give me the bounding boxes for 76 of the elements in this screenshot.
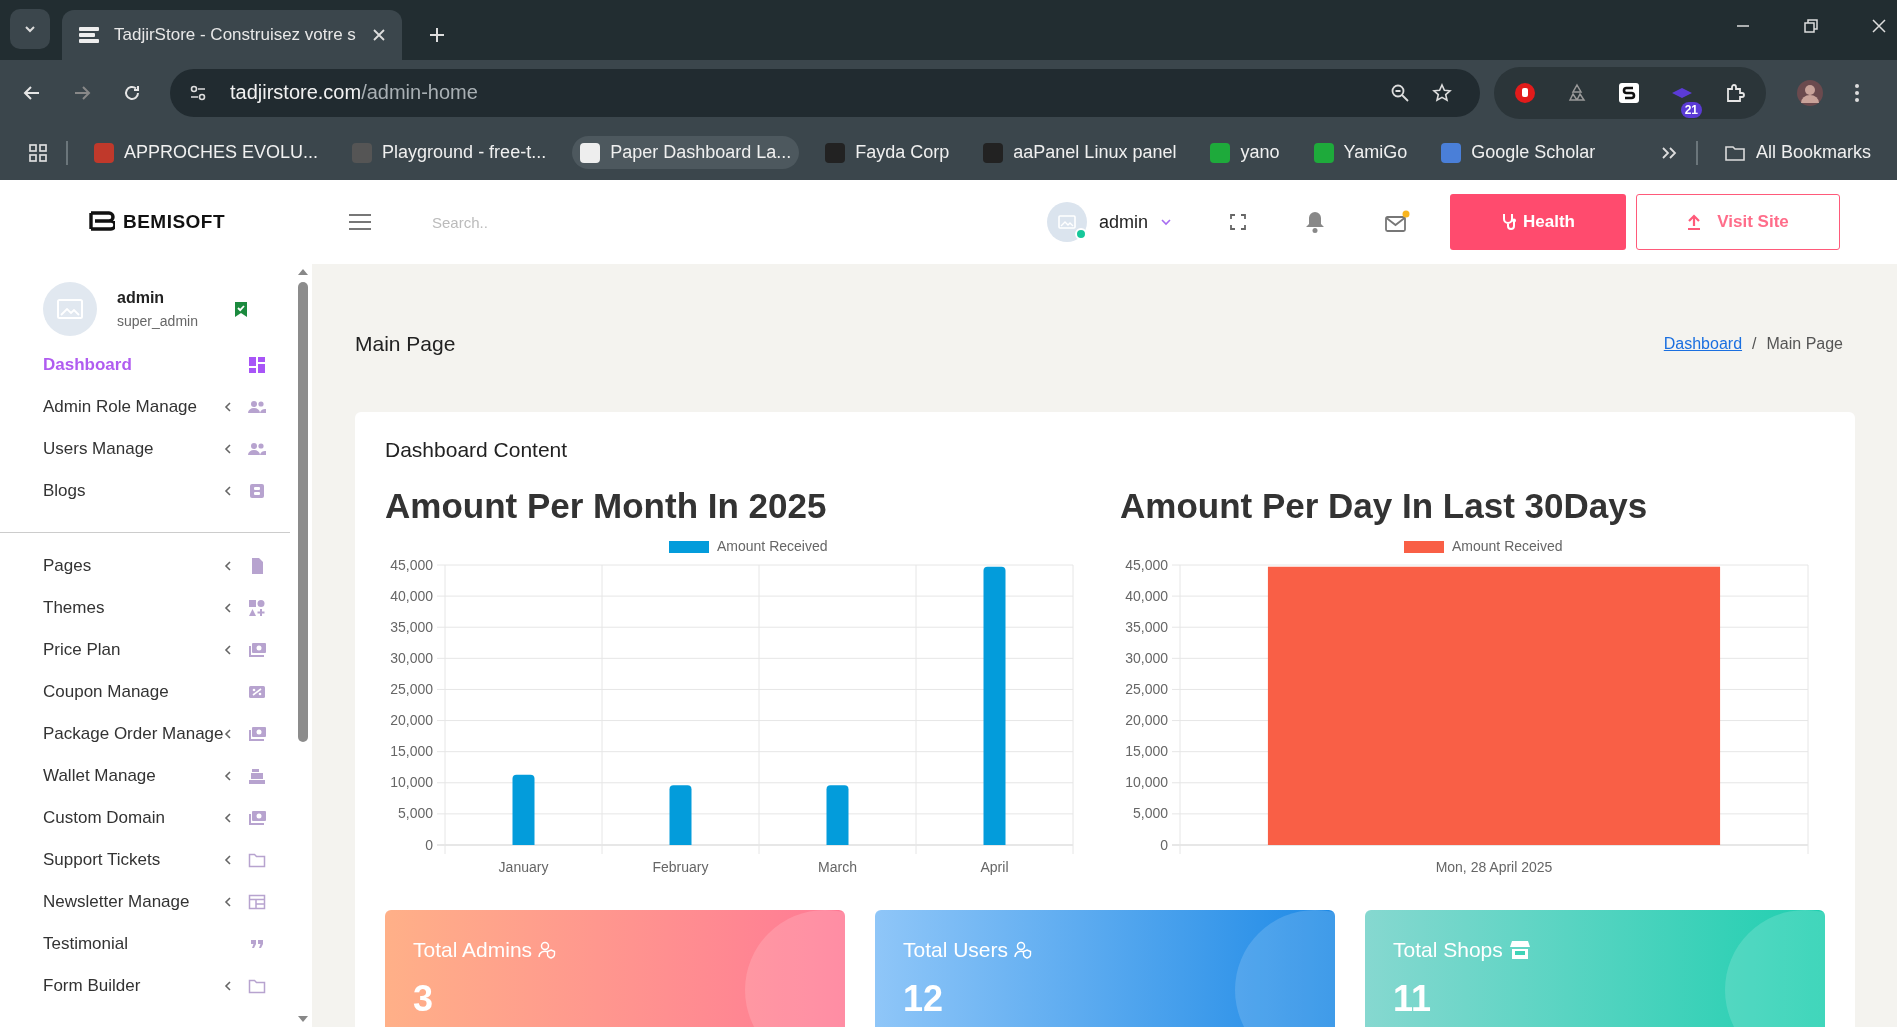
user-menu[interactable]: admin [1047,202,1173,242]
stat-label: Total Shops [1393,938,1503,962]
legend-label: Amount Received [1452,538,1563,554]
sidebar-item[interactable]: Admin Role Manage [0,386,290,428]
bookmark[interactable]: APPROCHES EVOLU... [86,136,327,169]
y-axis-label: 20,000 [1125,712,1168,729]
stat-value: 11 [1393,978,1433,1020]
all-bookmarks-button[interactable]: All Bookmarks [1715,136,1879,169]
user-name: admin [117,289,166,307]
y-axis-label: 25,000 [1125,680,1168,697]
chart-title: Amount Per Day In Last 30Days [1120,486,1649,526]
x-axis-label: March [818,859,857,875]
stat-value: 12 [903,978,945,1020]
breadcrumb-separator: / [1752,335,1757,353]
sidebar-item[interactable]: Blogs [0,470,290,512]
bookmark[interactable]: yano [1202,136,1288,169]
search-field[interactable]: Search.. [430,212,734,232]
sidebar-item[interactable]: Support Tickets [0,839,290,881]
sidebar-item[interactable]: Themes [0,587,290,629]
y-axis-label: 15,000 [390,743,433,760]
sidebar-item[interactable]: Dashboard [0,344,290,386]
y-axis-label: 5,000 [1132,805,1168,822]
sidebar-item[interactable]: Pages [0,545,290,587]
sidebar-item[interactable]: Package Order Manage [0,713,290,755]
sidebar-item[interactable]: Newsletter Manage [0,881,290,923]
sidebar-item[interactable]: Price Plan [0,629,290,671]
browser-tab[interactable]: TadjirStore - Construisez votre s [62,10,402,60]
card-title: Dashboard Content [385,438,569,462]
user-role: super_admin [117,313,199,329]
breadcrumb-current: Main Page [1766,335,1843,353]
chart-legend: Amount Received [1404,538,1563,554]
y-axis-label: 10,000 [390,774,433,791]
sidebar-item[interactable]: Wallet Manage [0,755,290,797]
y-axis-label: 35,000 [1125,618,1168,635]
stat-label: Total Admins [413,938,533,962]
x-axis-label: Mon, 28 April 2025 [1435,859,1553,875]
y-axis-label: 30,000 [390,649,433,666]
bookmark[interactable]: aaPanel Linux panel [975,136,1185,169]
y-axis-label: 35,000 [390,618,433,635]
y-axis-label: 40,000 [1125,587,1168,604]
stat-label: Total Users [903,938,1009,962]
chart-legend: Amount Received [669,538,828,554]
sidebar-item[interactable]: Form Builder [0,965,290,1007]
y-axis-label: 0 [1160,836,1168,853]
sidebar-item[interactable]: Users Manage [0,428,290,470]
x-axis-label: February [652,859,709,875]
x-axis-label: April [980,859,1009,875]
sidebar-item[interactable]: Testimonial [0,923,290,965]
x-axis-label: January [498,859,549,875]
badge-count: 21 [1680,101,1702,118]
bookmark[interactable]: Playground - free-t... [344,136,555,169]
bookmark[interactable]: Google Scholar [1433,136,1604,169]
y-axis-label: 20,000 [390,712,433,729]
bookmark[interactable]: Fayda Corp [817,136,958,169]
bookmark[interactable]: Paper Dashboard La... [572,136,800,169]
address-bar[interactable]: tadjirstore.com/admin-home [170,68,1480,117]
legend-label: Amount Received [717,538,828,554]
y-axis-label: 15,000 [1125,743,1168,760]
logo-text: BEMISOFT [122,211,226,233]
bookmark[interactable]: YamiGo [1305,136,1416,169]
sidebar-item[interactable]: Custom Domain [0,797,290,839]
y-axis-label: 5,000 [397,805,433,822]
y-axis-label: 10,000 [1125,774,1168,791]
page-title: Main Page [355,332,456,356]
url-text: tadjirstore.com/admin-home [230,81,478,104]
sidebar-item[interactable]: Coupon Manage [0,671,290,713]
y-axis-label: 30,000 [1125,649,1168,666]
y-axis-label: 0 [425,836,433,853]
stat-value: 3 [413,978,435,1020]
y-axis-label: 40,000 [390,587,433,604]
chart-title: Amount Per Month In 2025 [385,486,828,526]
y-axis-label: 45,000 [1125,556,1168,573]
y-axis-label: 45,000 [390,556,433,573]
breadcrumb-link[interactable]: Dashboard [1663,335,1743,353]
y-axis-label: 25,000 [390,680,433,697]
tab-title: TadjirStore - Construisez votre s [114,25,357,45]
